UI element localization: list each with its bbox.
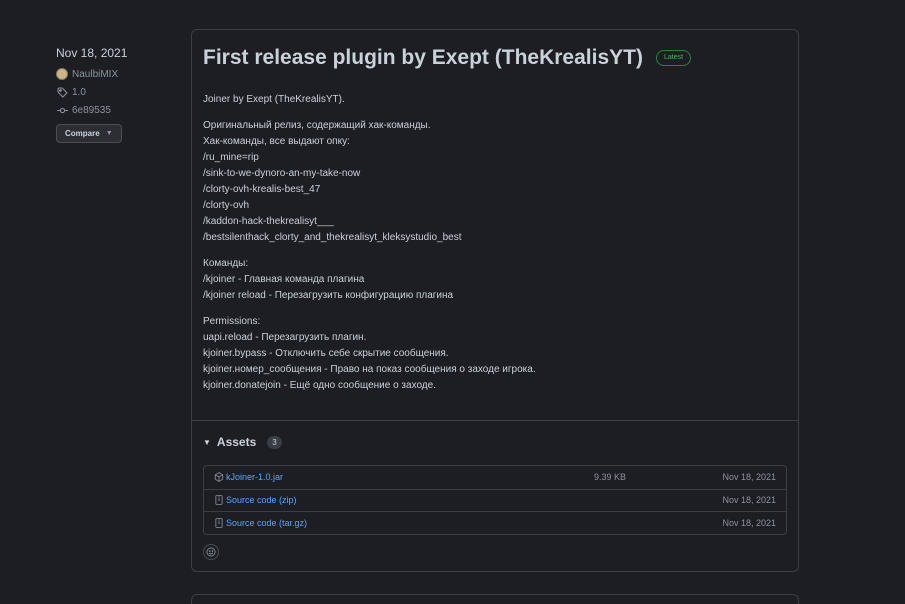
- asset-name[interactable]: kJoiner-1.0.jar: [226, 472, 594, 482]
- next-release-card: [191, 594, 799, 604]
- latest-badge: Latest: [655, 50, 692, 66]
- asset-size: 9.39 KB: [594, 472, 627, 483]
- desc-line: kjoiner.donatejoin - Ещё одно сообщение …: [203, 380, 436, 391]
- assets-label: Assets: [216, 435, 257, 449]
- author-name[interactable]: NaulbiMIX: [72, 69, 118, 80]
- desc-line: /clorty-ovh: [203, 200, 250, 211]
- tag-icon: [56, 86, 68, 98]
- asset-date: Nov 18, 2021: [722, 495, 776, 506]
- intro-line: Joiner by Exept (TheKrealisYT).: [203, 94, 345, 105]
- divider: [192, 420, 798, 421]
- desc-line: /ru_mine=rip: [203, 152, 259, 163]
- release-title[interactable]: First release plugin by Exept (TheKreali…: [203, 44, 643, 72]
- release-card: First release plugin by Exept (TheKreali…: [191, 29, 799, 572]
- asset-row[interactable]: kJoiner-1.0.jar 9.39 KB Nov 18, 2021: [204, 466, 786, 489]
- assets-count: 3: [267, 435, 282, 449]
- smiley-icon: [206, 547, 216, 557]
- desc-line: Permissions:: [203, 316, 261, 327]
- tag-label[interactable]: 1.0: [72, 87, 86, 98]
- asset-date: Nov 18, 2021: [722, 472, 776, 483]
- triangle-down-icon: ▼: [203, 437, 211, 447]
- package-icon: [214, 472, 224, 483]
- release-description: Joiner by Exept (TheKrealisYT). Оригинал…: [203, 92, 786, 394]
- release-meta: Nov 18, 2021 NaulbiMIX 1.0 6e89535 Compa…: [56, 46, 176, 143]
- compare-button[interactable]: Compare ▼: [56, 124, 122, 143]
- desc-line: Хак-команды, все выдают опку:: [203, 136, 350, 147]
- asset-list: kJoiner-1.0.jar 9.39 KB Nov 18, 2021 Sou…: [203, 465, 787, 535]
- commit-icon: [56, 104, 68, 116]
- desc-line: /bestsilenthack_clorty_and_thekrealisyt_…: [203, 232, 462, 243]
- desc-line: kjoiner.номер_сообщения - Право на показ…: [203, 364, 536, 375]
- desc-line: /sink-to-we-dynoro-an-my-take-now: [203, 168, 361, 179]
- desc-line: kjoiner.bypass - Отключить себе скрытие …: [203, 348, 449, 359]
- avatar[interactable]: [56, 68, 68, 80]
- tag-row[interactable]: 1.0: [56, 86, 176, 98]
- desc-line: Команды:: [203, 258, 249, 269]
- asset-row[interactable]: Source code (tar.gz) Nov 18, 2021: [204, 511, 786, 534]
- file-zip-icon: [214, 495, 224, 506]
- desc-line: Оригинальный релиз, содержащий хак-коман…: [203, 120, 431, 131]
- add-reaction-button[interactable]: [203, 544, 219, 560]
- compare-label: Compare: [65, 129, 100, 138]
- desc-line: /kjoiner reload - Перезагрузить конфигур…: [203, 290, 454, 301]
- asset-row[interactable]: Source code (zip) Nov 18, 2021: [204, 488, 786, 512]
- desc-line: /kjoiner - Главная команда плагина: [203, 274, 365, 285]
- commit-row[interactable]: 6e89535: [56, 104, 176, 116]
- author-row[interactable]: NaulbiMIX: [56, 68, 176, 80]
- desc-line: /clorty-ovh-krealis-best_47: [203, 184, 321, 195]
- asset-date: Nov 18, 2021: [722, 517, 776, 528]
- asset-name[interactable]: Source code (zip): [226, 495, 594, 505]
- desc-line: /kaddon-hack-thekrealisyt___: [203, 216, 334, 227]
- release-date: Nov 18, 2021: [56, 46, 128, 60]
- desc-line: uapi.reload - Перезагрузить плагин.: [203, 332, 367, 343]
- chevron-down-icon: ▼: [105, 130, 113, 137]
- commit-hash[interactable]: 6e89535: [72, 105, 111, 116]
- assets-toggle[interactable]: ▼ Assets 3: [203, 434, 787, 450]
- asset-name[interactable]: Source code (tar.gz): [226, 518, 594, 528]
- file-zip-icon: [214, 517, 224, 528]
- assets-section: ▼ Assets 3 kJoiner-1.0.jar 9.39 KB Nov 1…: [203, 434, 787, 535]
